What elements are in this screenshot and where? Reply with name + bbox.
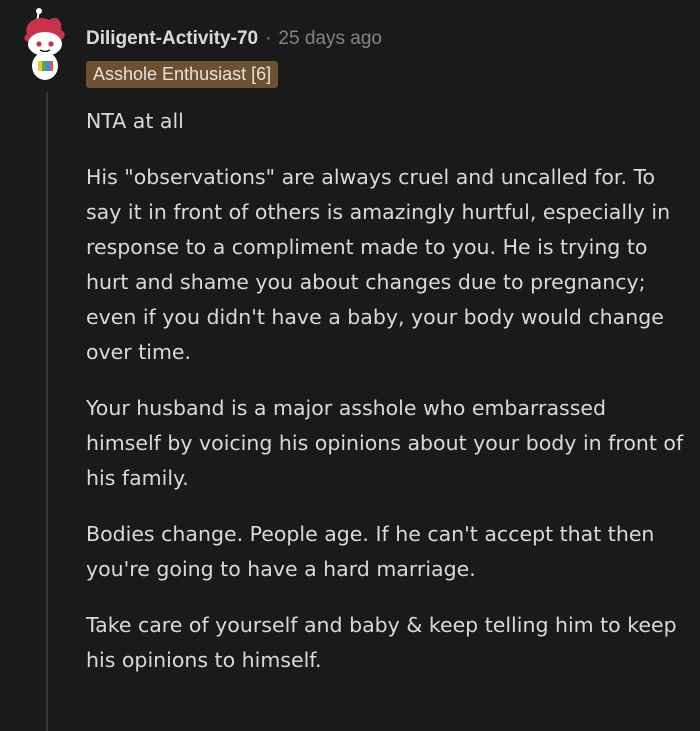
thread-line[interactable] bbox=[46, 92, 48, 731]
comment-paragraph: His "observations" are always cruel and … bbox=[86, 165, 671, 364]
reddit-snoo-avatar-icon bbox=[24, 8, 65, 80]
comment-paragraph: Take care of yourself and baby & keep te… bbox=[86, 613, 677, 672]
comment: Diligent-Activity-70 · 25 days ago Assho… bbox=[0, 0, 700, 731]
user-flair: Asshole Enthusiast [6] bbox=[86, 61, 279, 88]
comment-paragraph: Bodies change. People age. If he can't a… bbox=[86, 522, 655, 581]
comment-timestamp[interactable]: 25 days ago bbox=[278, 28, 382, 50]
comment-paragraph: Your husband is a major asshole who emba… bbox=[86, 396, 684, 490]
meta-separator: · bbox=[265, 28, 272, 49]
comment-paragraph: NTA at all bbox=[86, 109, 184, 133]
comment-body: NTA at all His "observations" are always… bbox=[86, 104, 686, 699]
author-username[interactable]: Diligent-Activity-70 bbox=[86, 28, 258, 50]
user-avatar[interactable] bbox=[17, 8, 75, 84]
comment-meta: Diligent-Activity-70 · 25 days ago bbox=[86, 26, 382, 52]
